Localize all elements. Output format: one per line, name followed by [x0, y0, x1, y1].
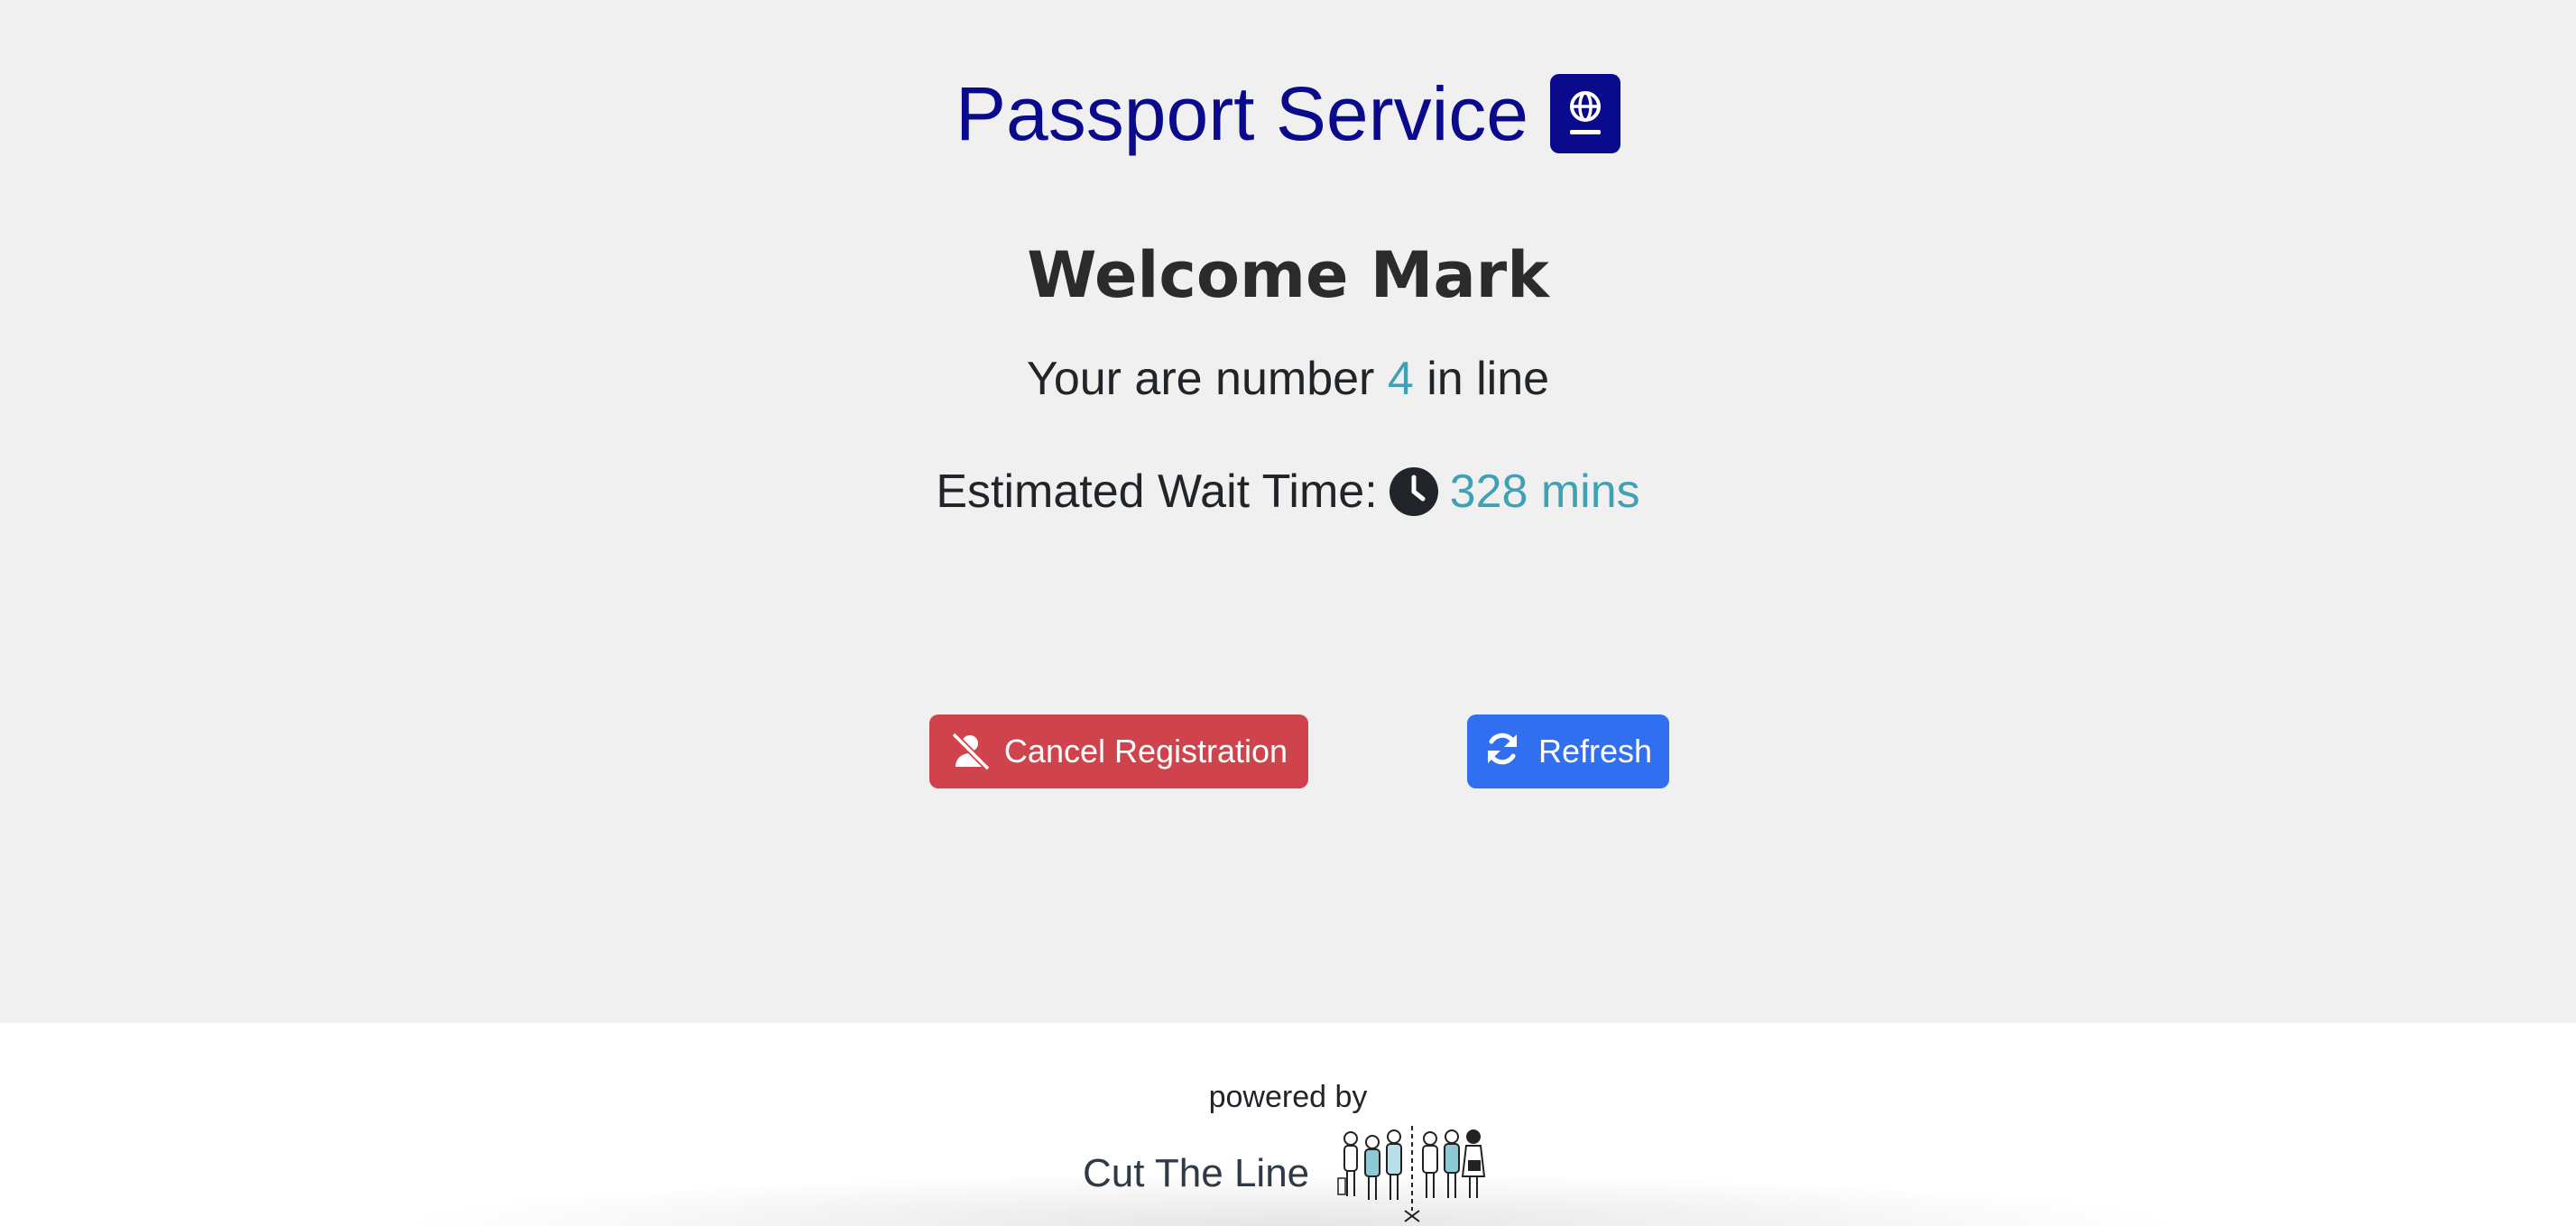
queue-people-illustration [1336, 1124, 1490, 1223]
sync-icon [1484, 731, 1526, 772]
user-slash-icon [950, 731, 992, 772]
cancel-registration-button[interactable]: Cancel Registration [929, 714, 1308, 788]
queue-position: Your are number 4 in line [0, 350, 2576, 408]
queue-prefix: Your are number [1026, 353, 1375, 405]
powered-by-text: powered by [1208, 1080, 1368, 1114]
page: Passport Service Welcome Mark Your are n… [0, 0, 2576, 1226]
header: Passport Service [0, 60, 2576, 168]
footer: powered by Cut The Line [0, 1023, 2576, 1226]
queue-number: 4 [1387, 353, 1414, 405]
passport-icon [1549, 74, 1620, 153]
main-content: Passport Service Welcome Mark Your are n… [0, 0, 2576, 1023]
wait-value: 328 mins [1449, 466, 1640, 518]
clock-icon [1389, 466, 1439, 517]
page-title: Passport Service [956, 71, 1528, 156]
cancel-registration-label: Cancel Registration [1003, 733, 1288, 770]
queue-suffix: in line [1426, 353, 1550, 405]
refresh-label: Refresh [1537, 733, 1653, 770]
brand-name: Cut The Line [1083, 1151, 1310, 1195]
refresh-button[interactable]: Refresh [1467, 714, 1669, 788]
wait-time: Estimated Wait Time: 328 mins [0, 462, 2576, 521]
brand-row: Cut The Line [1083, 1124, 1490, 1223]
wait-label: Estimated Wait Time: [936, 466, 1378, 518]
welcome-heading: Welcome Mark [1027, 238, 1549, 312]
